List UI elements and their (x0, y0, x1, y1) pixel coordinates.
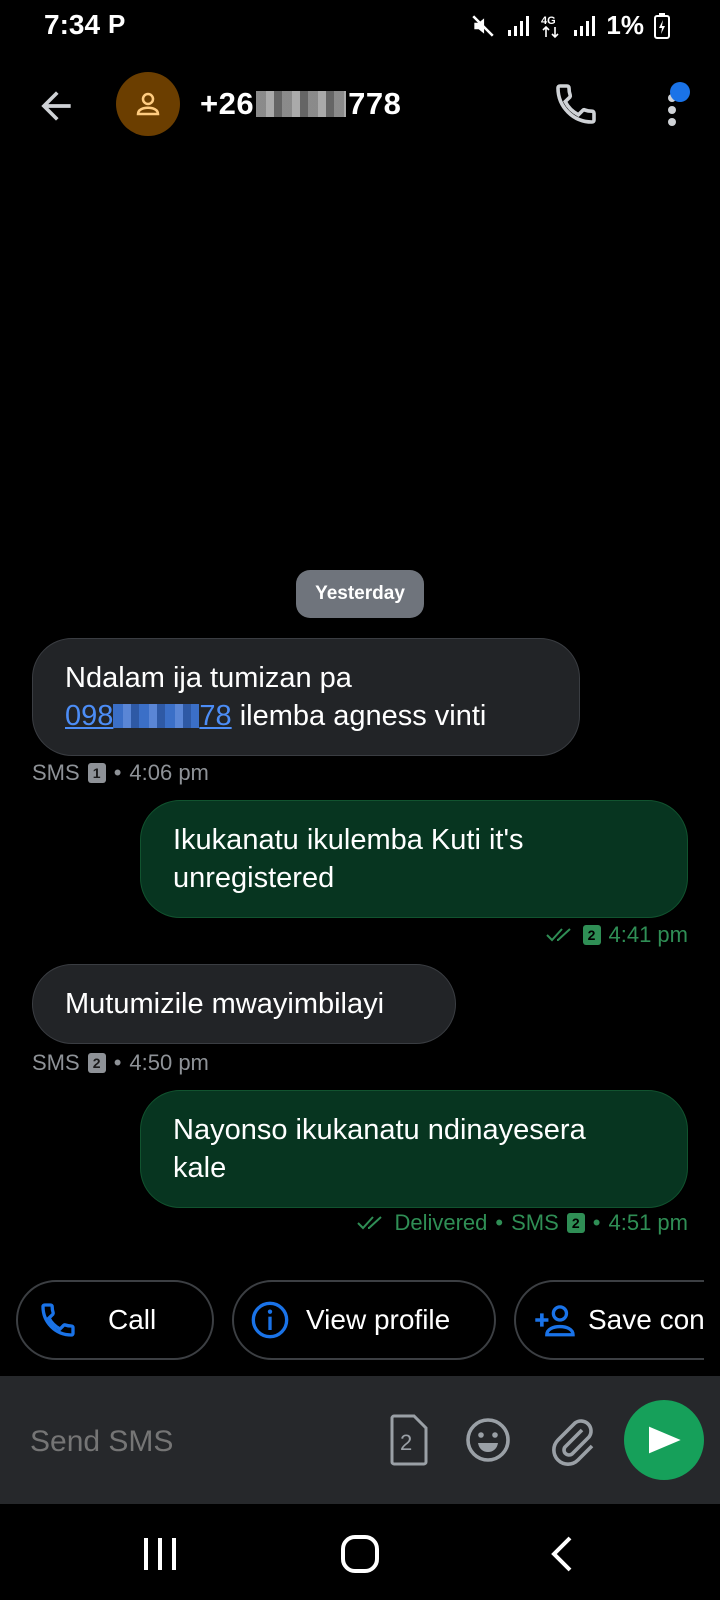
phone-icon (41, 1303, 75, 1337)
suggested-actions: Call View profile Save con (0, 1280, 704, 1360)
back-arrow-icon[interactable] (34, 84, 78, 128)
message-bubble-incoming[interactable]: Ndalam ija tumizan pa 098 78 ilemba agnes… (32, 638, 580, 756)
recents-icon[interactable] (140, 1536, 180, 1572)
mute-icon (472, 14, 495, 37)
message-time: 4:51 pm (608, 1210, 689, 1235)
attach-icon[interactable] (548, 1414, 596, 1466)
message-meta: Delivered • SMS 2 • 4:51 pm (356, 1210, 688, 1236)
contact-number[interactable]: +26 778 (200, 86, 401, 122)
message-bubble-outgoing[interactable]: Nayonso ikukanatu ndinayesera kale (140, 1090, 688, 1208)
message-text: unregistered (173, 862, 335, 894)
message-text: Nayonso ikukanatu ndinayesera (173, 1114, 586, 1146)
signal-icon (574, 15, 596, 36)
svg-text:2: 2 (400, 1430, 412, 1455)
message-text: Ndalam ija tumizan pa (65, 662, 352, 694)
message-input[interactable] (30, 1422, 350, 1462)
message-text: 098 78 ilemba agness vinti (65, 700, 487, 732)
sim-icon: 2 (566, 1213, 585, 1233)
phone-link[interactable]: 098 78 (65, 700, 232, 732)
contact-avatar[interactable] (116, 72, 180, 136)
status-bar: 7:34 P 4G 1% (0, 0, 720, 50)
save-contact-chip[interactable]: Save con (514, 1280, 704, 1360)
info-icon (251, 1301, 289, 1339)
double-check-icon (545, 928, 571, 942)
redacted-digits (256, 91, 347, 117)
delivery-status: Delivered (394, 1210, 488, 1235)
view-profile-chip[interactable]: View profile (232, 1280, 496, 1360)
battery-percent: 1% (606, 10, 644, 40)
status-icons: 4G 1% (470, 10, 670, 41)
sim-icon: 2 (87, 1053, 106, 1073)
status-time: 7:34 (44, 9, 101, 40)
emoji-icon[interactable] (464, 1416, 512, 1464)
call-chip[interactable]: Call (16, 1280, 214, 1360)
message-text: Mutumizile mwayimbilayi (65, 988, 385, 1020)
person-icon (136, 92, 160, 116)
message-meta: SMS 1 • 4:06 pm (32, 760, 209, 785)
system-nav-bar (0, 1504, 720, 1600)
message-bubble-incoming[interactable]: Mutumizile mwayimbilayi (32, 964, 456, 1044)
message-meta: SMS 2 • 4:50 pm (32, 1050, 209, 1075)
message-time: 4:41 pm (608, 922, 689, 947)
home-icon[interactable] (340, 1534, 380, 1574)
send-button[interactable] (624, 1400, 704, 1480)
date-separator: Yesterday (296, 570, 424, 618)
message-text: kale (173, 1152, 227, 1184)
sim-icon: 1 (87, 763, 106, 783)
message-text: Ikukanatu ikulemba Kuti it's (173, 824, 524, 856)
phone-icon[interactable] (552, 80, 600, 128)
signal-icon (508, 15, 530, 36)
parking-icon: P (108, 9, 126, 39)
4g-icon: 4G (541, 15, 559, 38)
number-suffix: 778 (348, 86, 402, 121)
notification-dot (670, 82, 690, 102)
message-composer: 2 (0, 1376, 720, 1504)
message-time: 4:06 pm (129, 760, 209, 785)
message-time: 4:50 pm (129, 1050, 209, 1075)
message-bubble-outgoing[interactable]: Ikukanatu ikulemba Kuti it's unregistere… (140, 800, 688, 918)
number-prefix: +26 (200, 86, 255, 121)
sim-icon: 2 (582, 925, 601, 945)
redacted-digits (113, 704, 200, 728)
double-check-icon (357, 1216, 383, 1230)
chip-label: Save con (588, 1304, 704, 1335)
nav-back-icon[interactable] (548, 1534, 576, 1574)
svg-text:4G: 4G (541, 15, 556, 27)
message-meta: 2 4:41 pm (545, 922, 689, 948)
battery-charging-icon (654, 12, 670, 39)
send-icon (649, 1426, 681, 1454)
sim-select-icon[interactable]: 2 (388, 1414, 428, 1466)
chip-label: Call (108, 1304, 157, 1335)
chip-label: View profile (306, 1304, 451, 1335)
conversation-header: +26 778 (0, 70, 720, 140)
add-person-icon (535, 1305, 575, 1337)
